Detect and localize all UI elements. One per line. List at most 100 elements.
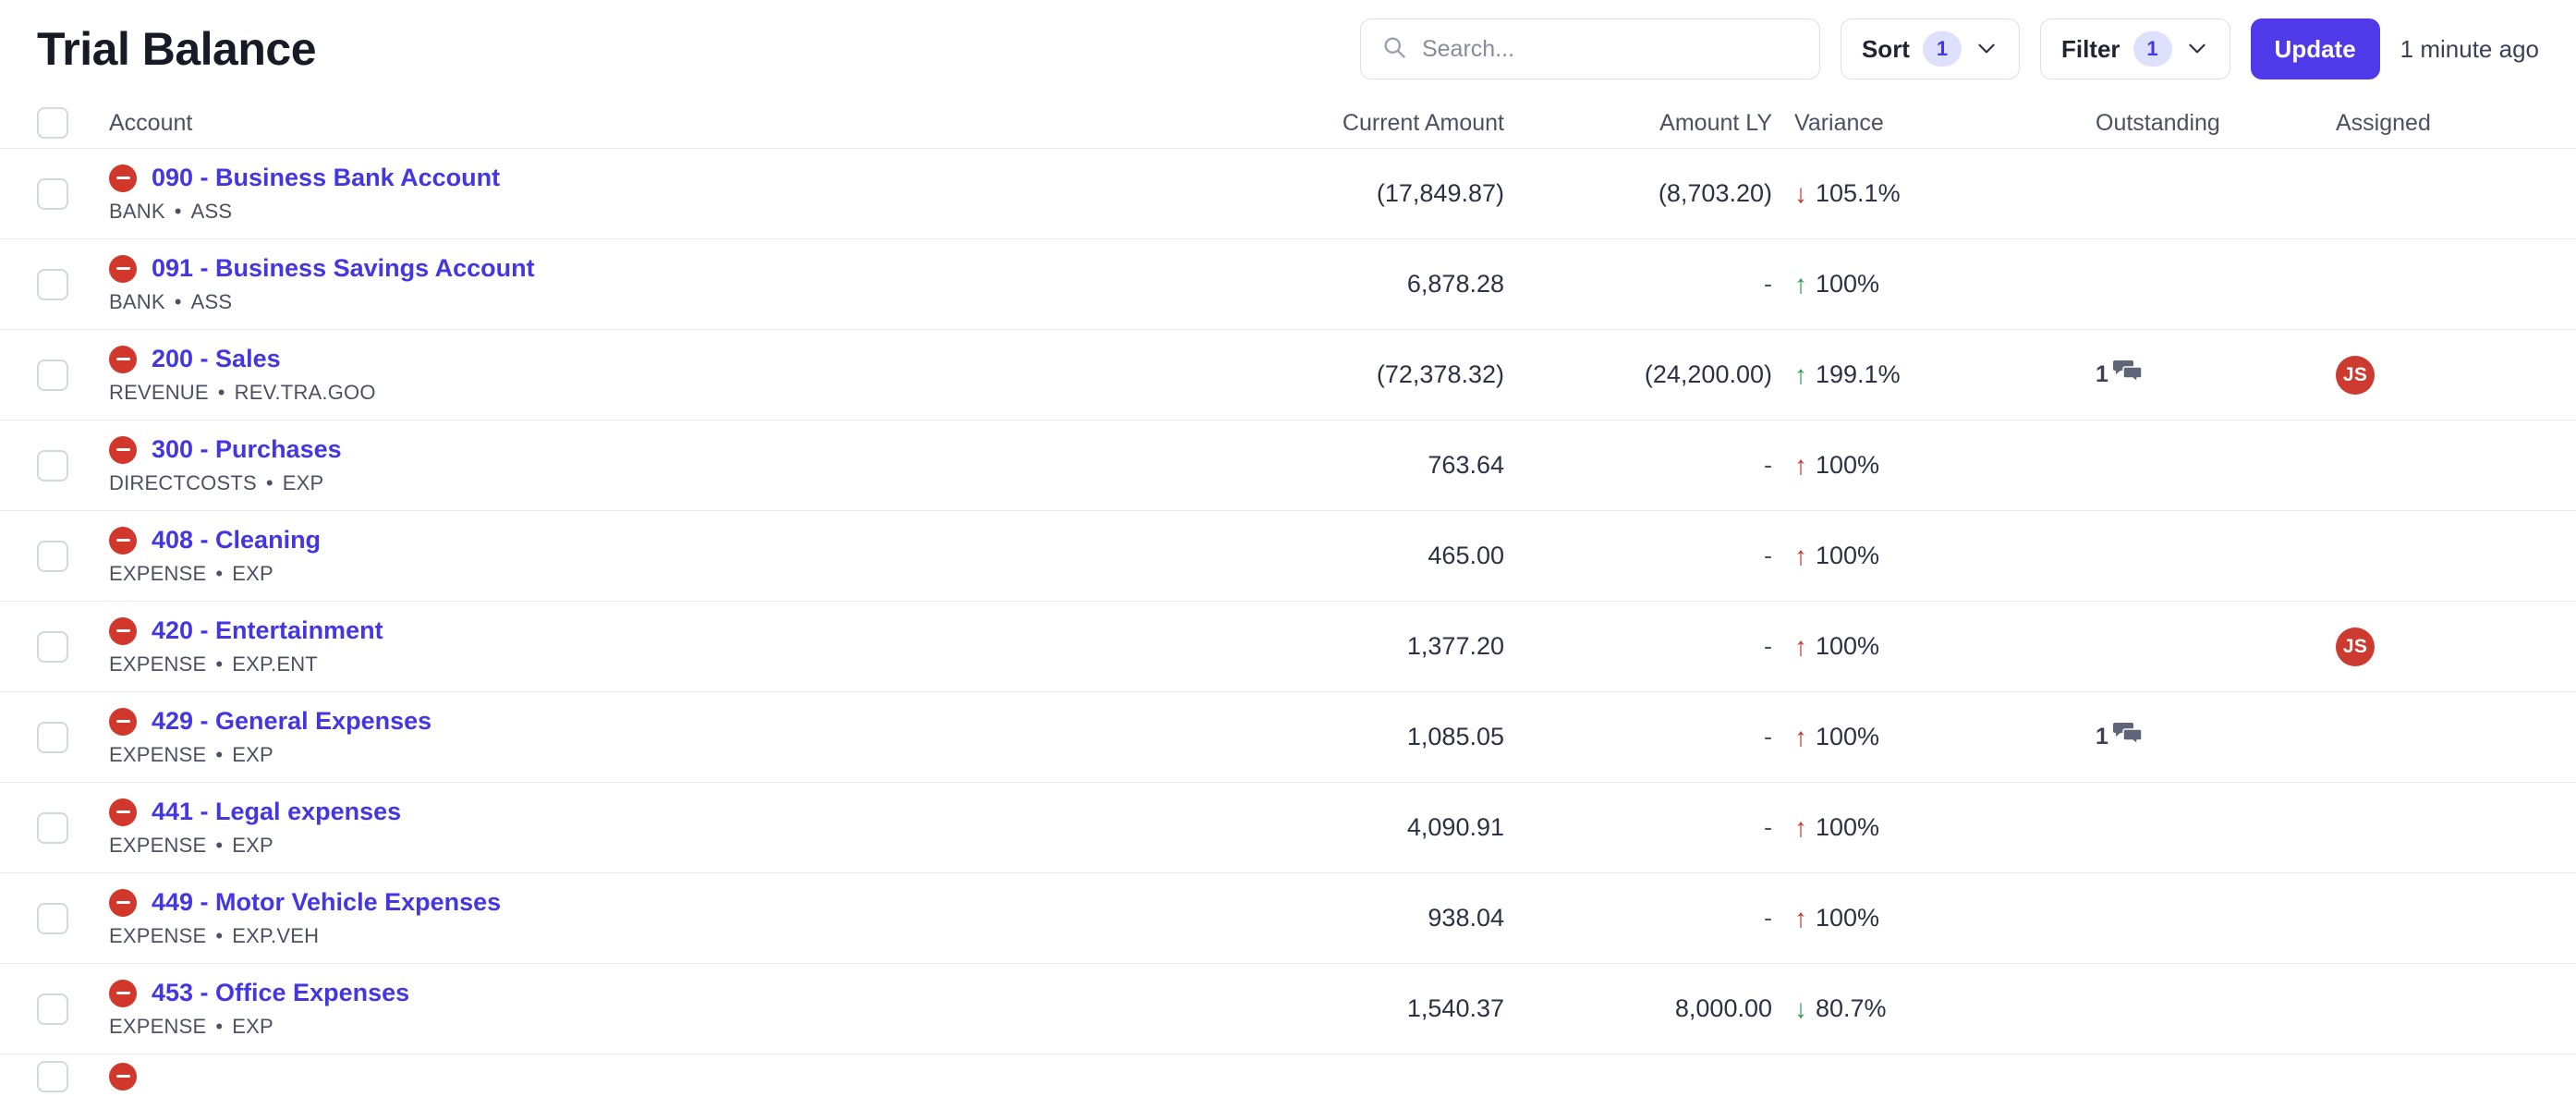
assigned-cell (2336, 149, 2539, 238)
row-select-checkbox[interactable] (37, 1060, 68, 1092)
outstanding-count: 1 (2096, 361, 2108, 387)
variance-value-group: ↑ 100% (1794, 270, 1879, 299)
outstanding-comments[interactable]: 1 (2096, 721, 2144, 753)
row-select-cell (37, 602, 109, 691)
sort-button[interactable]: Sort 1 (1840, 18, 2020, 79)
avatar[interactable]: JS (2336, 355, 2375, 395)
assigned-cell (2336, 692, 2539, 782)
variance-value: 100% (1816, 723, 1880, 750)
table-row[interactable]: 441 - Legal expenses EXPENSE • EXP 4,090.9… (0, 782, 2576, 872)
outstanding-comments[interactable]: 1 (2096, 359, 2144, 391)
table-row[interactable]: 200 - Sales REVENUE • REV.TRA.GOO (72,378.… (0, 329, 2576, 420)
account-link[interactable]: 091 - Business Savings Account (152, 254, 535, 283)
current-amount-cell: 465.00 (1227, 511, 1504, 601)
account-cell: 091 - Business Savings Account BANK • ASS (109, 239, 1227, 329)
account-link[interactable]: 408 - Cleaning (152, 526, 321, 554)
column-header-variance-label: Variance (1794, 109, 1884, 136)
row-select-cell (37, 511, 109, 601)
current-amount-value: (72,378.32) (1376, 360, 1504, 388)
account-type: BANK (109, 290, 165, 313)
table-header-row: Account Current Amount Amount LY Varianc… (0, 98, 2576, 148)
row-select-checkbox[interactable] (37, 721, 68, 753)
account-cell (109, 1054, 1227, 1098)
outstanding-cell: 1 (2096, 692, 2336, 782)
account-title-group (109, 1062, 1227, 1091)
row-select-checkbox[interactable] (37, 993, 68, 1025)
row-select-checkbox[interactable] (37, 902, 68, 934)
account-link[interactable]: 200 - Sales (152, 345, 281, 373)
table-row[interactable] (0, 1054, 2576, 1098)
account-link[interactable]: 429 - General Expenses (152, 707, 431, 736)
row-select-checkbox[interactable] (37, 811, 68, 844)
table-row[interactable]: 449 - Motor Vehicle Expenses EXPENSE • EXP… (0, 872, 2576, 963)
row-select-checkbox[interactable] (37, 359, 68, 391)
select-all-checkbox[interactable] (37, 107, 68, 139)
account-link[interactable]: 300 - Purchases (152, 435, 342, 464)
outstanding-cell (2096, 1054, 2336, 1098)
amount-ly-value: 8,000.00 (1674, 994, 1772, 1022)
account-meta: DIRECTCOSTS • EXP (109, 471, 324, 494)
column-header-current-amount[interactable]: Current Amount (1227, 110, 1504, 137)
table-row[interactable]: 300 - Purchases DIRECTCOSTS • EXP 763.64 -… (0, 420, 2576, 510)
column-header-assigned[interactable]: Assigned (2336, 110, 2539, 137)
arrow-up-icon: ↑ (1794, 450, 1807, 480)
amount-ly-value: - (1764, 270, 1772, 298)
table-row[interactable]: 429 - General Expenses EXPENSE • EXP 1,085… (0, 691, 2576, 782)
page-title: Trial Balance (37, 23, 317, 75)
arrow-up-icon: ↑ (1794, 812, 1807, 842)
variance-cell: ↑ 100% (1772, 602, 2096, 691)
row-select-cell (37, 420, 109, 510)
account-link[interactable]: 420 - Entertainment (152, 616, 383, 645)
column-header-account[interactable]: Account (109, 110, 1227, 137)
variance-value-group: ↑ 100% (1794, 632, 1879, 661)
filter-button[interactable]: Filter 1 (2039, 18, 2230, 79)
variance-value-group: ↑ 100% (1794, 451, 1879, 480)
amount-ly-cell: - (1504, 420, 1772, 510)
avatar[interactable]: JS (2336, 627, 2375, 666)
column-header-amount-ly[interactable]: Amount LY (1504, 110, 1772, 137)
update-button[interactable]: Update (2250, 18, 2380, 79)
minus-circle-icon (109, 888, 137, 917)
amount-ly-cell: 8,000.00 (1504, 964, 1772, 1054)
variance-value-group: ↓ 80.7% (1794, 994, 1887, 1023)
table-row[interactable]: 090 - Business Bank Account BANK • ASS (17… (0, 148, 2576, 238)
table-row[interactable]: 408 - Cleaning EXPENSE • EXP 465.00 - ↑ 10… (0, 510, 2576, 601)
account-type: EXPENSE (109, 652, 207, 676)
row-select-checkbox[interactable] (37, 540, 68, 572)
account-link[interactable]: 453 - Office Expenses (152, 979, 409, 1007)
variance-value-group: ↑ 199.1% (1794, 360, 1901, 389)
account-meta: EXPENSE • EXP (109, 834, 273, 857)
arrow-up-icon: ↑ (1794, 722, 1807, 751)
row-select-checkbox[interactable] (37, 268, 68, 300)
account-link[interactable]: 449 - Motor Vehicle Expenses (152, 888, 501, 917)
account-class: ASS (190, 200, 233, 223)
account-class: EXP (232, 743, 273, 766)
amount-ly-cell: - (1504, 873, 1772, 963)
search-input[interactable] (1421, 35, 1799, 63)
column-header-outstanding[interactable]: Outstanding (2096, 110, 2336, 137)
current-amount-value: 4,090.91 (1406, 813, 1504, 841)
assigned-cell (2336, 1054, 2539, 1098)
variance-cell: ↑ 100% (1772, 873, 2096, 963)
table-row[interactable]: 091 - Business Savings Account BANK • ASS … (0, 238, 2576, 329)
row-select-checkbox[interactable] (37, 449, 68, 481)
account-title-group: 408 - Cleaning (109, 526, 1227, 554)
current-amount-cell: 1,377.20 (1227, 602, 1504, 691)
account-meta: EXPENSE • EXP.ENT (109, 652, 318, 676)
account-title-group: 200 - Sales (109, 345, 1227, 373)
variance-value-group: ↑ 100% (1794, 723, 1879, 751)
row-select-cell (37, 330, 109, 420)
row-select-checkbox[interactable] (37, 177, 68, 210)
account-link[interactable]: 090 - Business Bank Account (152, 164, 500, 192)
filter-label: Filter (2060, 34, 2120, 63)
account-link[interactable]: 441 - Legal expenses (152, 798, 401, 826)
account-meta: EXPENSE • EXP (109, 743, 273, 766)
table-row[interactable]: 453 - Office Expenses EXPENSE • EXP 1,540.… (0, 963, 2576, 1054)
current-amount-cell: 1,540.37 (1227, 964, 1504, 1054)
column-header-variance[interactable]: Variance (1772, 110, 2096, 137)
row-select-checkbox[interactable] (37, 630, 68, 663)
search-box[interactable] (1359, 18, 1820, 79)
account-meta: BANK • ASS (109, 200, 233, 223)
current-amount-value: 1,377.20 (1406, 632, 1504, 660)
table-row[interactable]: 420 - Entertainment EXPENSE • EXP.ENT 1,37… (0, 601, 2576, 691)
